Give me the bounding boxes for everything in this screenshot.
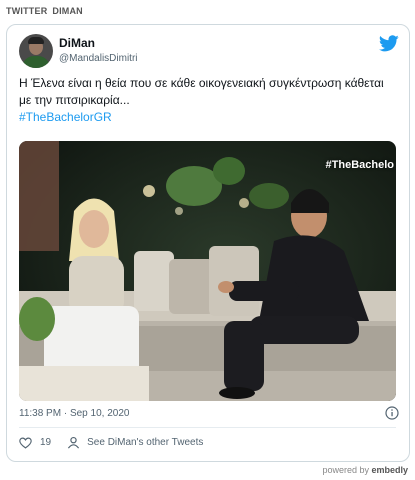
tweet-card[interactable]: DiMan @MandalisDimitri Η Έλενα είναι η θ…	[6, 24, 410, 462]
twitter-bird-icon[interactable]	[379, 35, 399, 52]
media-overlay-text: #TheBachelo	[325, 159, 394, 171]
header-author: DIMAN	[52, 6, 83, 16]
tweet-body: Η Έλενα είναι η θεία που σε κάθε οικογεν…	[19, 76, 384, 107]
tweet-actions: 19 See DiMan's other Tweets	[19, 436, 203, 449]
heart-icon[interactable]	[19, 437, 32, 449]
tweet-media-image[interactable]: #TheBachelo	[19, 141, 396, 401]
author-handle[interactable]: @MandalisDimitri	[59, 53, 138, 64]
person-icon	[68, 436, 80, 449]
see-more-tweets-link[interactable]: See DiMan's other Tweets	[87, 437, 203, 448]
header-source: TWITTER	[6, 6, 48, 16]
hashtag-link[interactable]: #TheBachelorGR	[19, 109, 394, 126]
avatar[interactable]	[19, 34, 53, 68]
tweet-timestamp[interactable]: 11:38 PM · Sep 10, 2020	[19, 408, 129, 419]
info-icon[interactable]	[385, 406, 399, 420]
author-name[interactable]: DiMan	[59, 36, 95, 50]
embed-header: TWITTER DIMAN	[6, 3, 83, 19]
media-scene	[19, 141, 396, 401]
like-count[interactable]: 19	[40, 437, 51, 448]
tweet-text: Η Έλενα είναι η θεία που σε κάθε οικογεν…	[19, 75, 394, 126]
footer-prefix: powered by	[322, 465, 369, 475]
footer-brand[interactable]: embedly	[371, 465, 408, 475]
embed-footer[interactable]: powered by embedly	[322, 465, 408, 475]
divider	[19, 427, 396, 428]
